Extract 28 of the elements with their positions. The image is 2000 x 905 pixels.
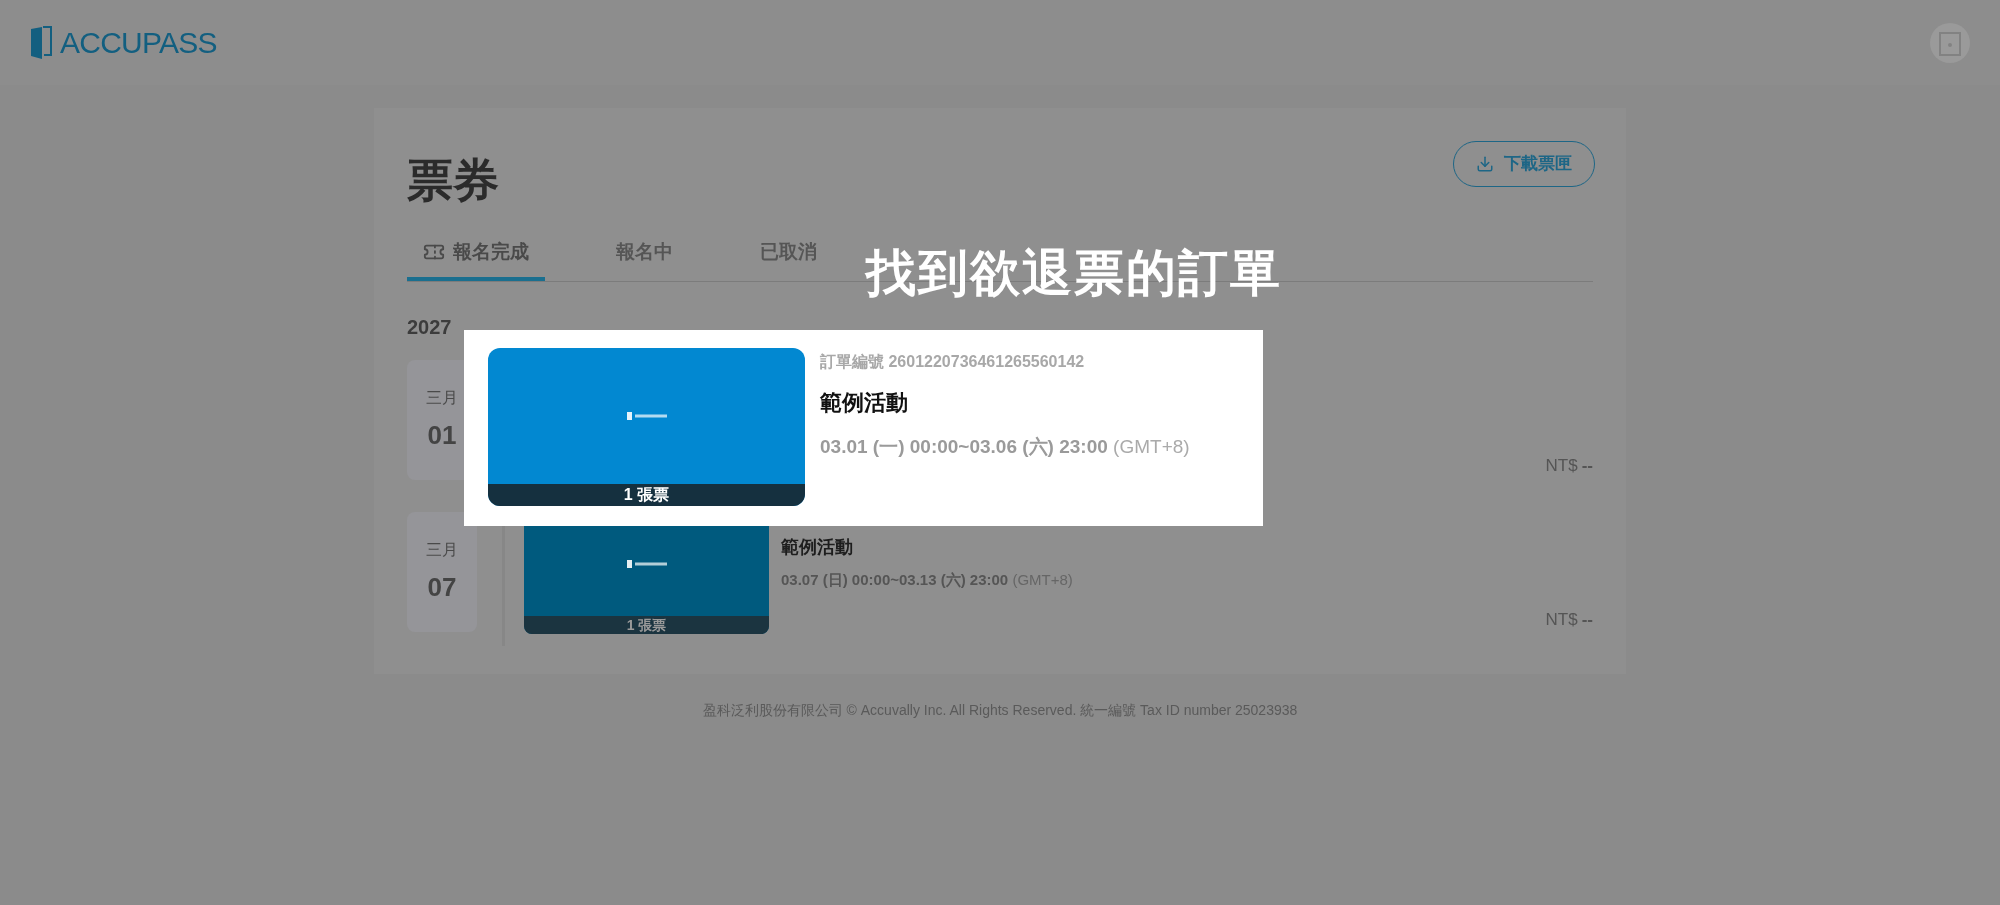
ticket-count: 1 張票 (524, 616, 769, 634)
event-title[interactable]: 範例活動 (781, 534, 1593, 561)
price-value: -- (1581, 608, 1593, 631)
download-icon (1476, 155, 1494, 173)
day-label: 01 (427, 418, 457, 452)
avatar-icon[interactable] (1930, 22, 1970, 63)
day-label: 07 (427, 570, 457, 604)
month-label: 三月 (426, 539, 458, 560)
page-title: 票券 (407, 153, 499, 208)
event-cover[interactable]: 1 張票 (488, 348, 805, 506)
logo-text[interactable]: ACCUPASS (60, 20, 217, 65)
cover-logo-icon (626, 560, 667, 568)
event-dates: 03.01 (一) 00:00~03.06 (六) 23:00 (GMT+8) (820, 435, 1190, 459)
highlighted-order-dialog[interactable]: 1 張票 訂單編號 2601220736461265560142 範例活動 03.01 (一) 00:00~03.06 (六) 23:00 (GMT+8) (464, 330, 1263, 526)
door-logo-icon (30, 25, 52, 60)
tab[interactable]: 報名中 (600, 237, 689, 281)
month-label: 三月 (426, 387, 458, 408)
event-title: 範例活動 (820, 389, 909, 417)
tab[interactable]: 已取消 (744, 237, 833, 281)
tab[interactable]: 報名完成 (407, 237, 545, 281)
ticket-count: 1 張票 (488, 484, 805, 506)
price-value: -- (1581, 454, 1593, 477)
cover-logo-icon (626, 412, 667, 420)
year-label: 2027 (407, 315, 453, 340)
price-label: NT$ (1545, 608, 1578, 631)
price-label: NT$ (1545, 454, 1578, 477)
overlay-title: 找到欲退票的訂單 (866, 244, 1282, 303)
order-number: 訂單編號 2601220736461265560142 (820, 352, 1086, 372)
